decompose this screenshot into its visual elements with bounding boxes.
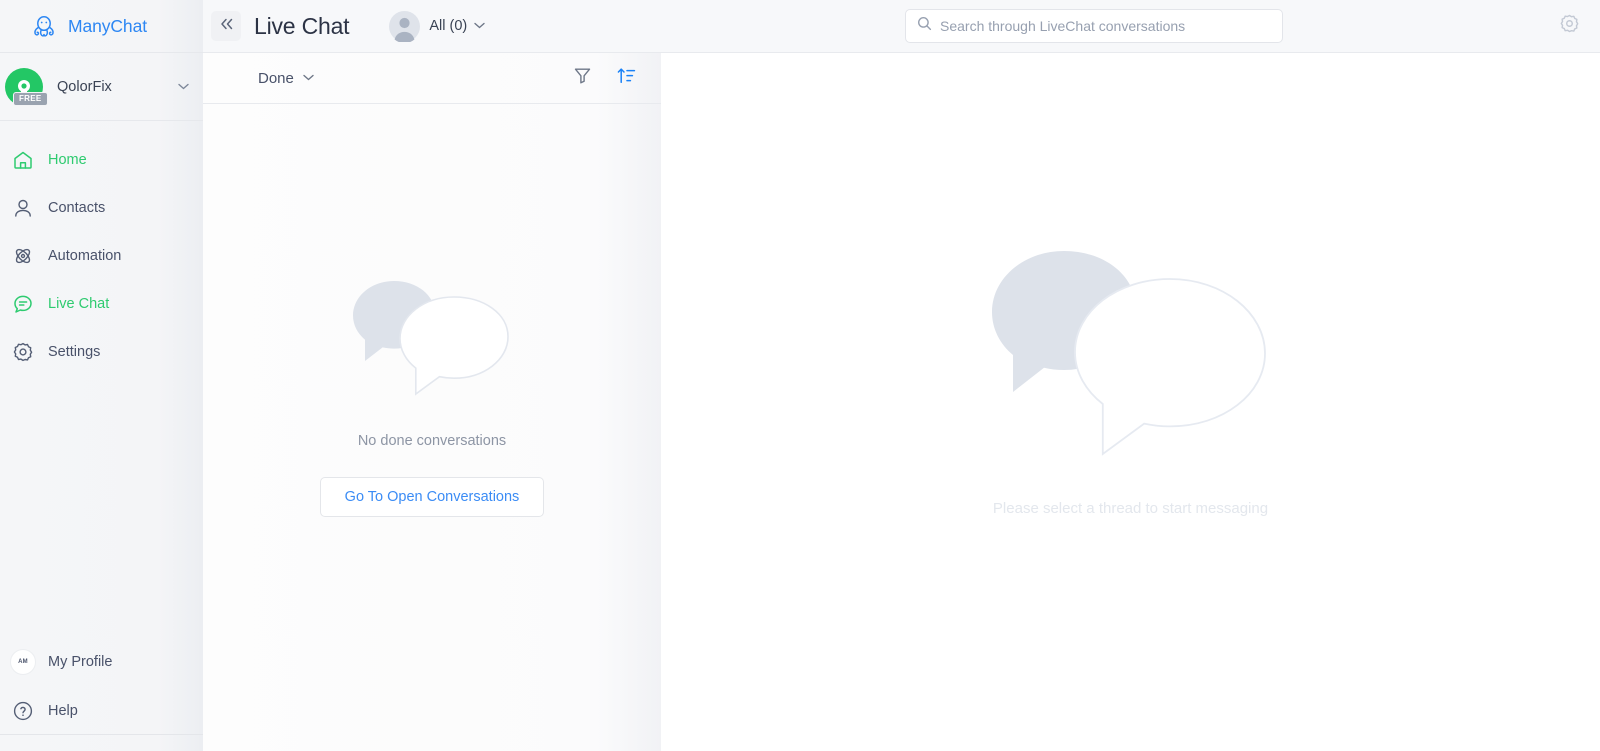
thread-panel: Please select a thread to start messagin… (661, 53, 1600, 751)
brand-header[interactable]: ManyChat (0, 0, 203, 53)
speech-bubbles-illustration (986, 248, 1276, 478)
chevron-down-icon (303, 72, 314, 84)
help-circle-icon (10, 698, 36, 724)
sidebar-item-settings[interactable]: Settings (0, 328, 203, 376)
plan-badge: FREE (13, 91, 48, 106)
sidebar-item-my-profile[interactable]: AM My Profile (0, 637, 203, 686)
conversation-list-panel: Done No done conversations Go To Open Co… (203, 53, 661, 751)
sidebar-item-label: Automation (48, 248, 122, 264)
main-area: Live Chat All (0) Search through LiveCha… (203, 0, 1600, 751)
account-switcher[interactable]: FREE QolorFix (0, 53, 203, 121)
go-to-open-conversations-button[interactable]: Go To Open Conversations (319, 476, 545, 517)
sort-ascending-icon (617, 66, 636, 90)
account-name: QolorFix (57, 78, 112, 95)
sidebar-item-label: My Profile (48, 653, 113, 670)
chevron-down-icon (474, 20, 485, 32)
avatar-initials: AM (10, 648, 36, 675)
page-title: Live Chat (254, 12, 350, 39)
content-area: Done No done conversations Go To Open Co… (203, 53, 1600, 751)
thread-empty-message: Please select a thread to start messagin… (992, 499, 1269, 517)
sidebar-item-label: Home (48, 152, 87, 168)
sidebar-item-label: Contacts (48, 200, 106, 216)
sidebar-nav: Home Contacts Automation Live Chat Setti… (0, 121, 203, 376)
profile-avatar-icon: AM (10, 648, 36, 675)
gear-icon (10, 339, 36, 365)
account-avatar-icon: FREE (4, 67, 48, 107)
search-input[interactable] (940, 18, 1282, 34)
empty-state-message: No done conversations (357, 432, 507, 449)
thread-filter-label: All (0) (429, 18, 468, 34)
sidebar-item-home[interactable]: Home (0, 136, 203, 184)
collapse-sidebar-button[interactable] (211, 11, 241, 41)
sidebar-item-label: Help (48, 702, 78, 719)
home-icon (10, 147, 36, 173)
user-icon (10, 195, 36, 221)
atom-icon (10, 243, 36, 269)
chevron-down-icon (178, 81, 189, 93)
manychat-app: ManyChat FREE QolorFix Home Contacts Aut… (0, 0, 1600, 751)
brand-name: ManyChat (68, 15, 147, 36)
status-filter-dropdown[interactable]: Done (258, 70, 314, 87)
sidebar-item-help[interactable]: Help (0, 686, 203, 735)
status-filter-label: Done (258, 69, 294, 87)
funnel-filter-icon (573, 66, 592, 90)
sidebar-divider (0, 734, 203, 735)
sidebar-item-automation[interactable]: Automation (0, 232, 203, 280)
octopus-logo-icon (29, 11, 59, 41)
settings-button[interactable] (1554, 11, 1584, 41)
sidebar-item-label: Settings (48, 344, 101, 360)
sidebar-item-live-chat[interactable]: Live Chat (0, 280, 203, 328)
sidebar-item-label: Live Chat (48, 296, 110, 312)
gear-icon (1559, 13, 1580, 39)
list-toolbar: Done (203, 53, 661, 104)
conversation-list-empty-state: No done conversations Go To Open Convers… (203, 104, 661, 751)
search-container (905, 9, 1283, 43)
sidebar-item-contacts[interactable]: Contacts (0, 184, 203, 232)
search-icon (917, 16, 932, 36)
sort-button[interactable] (611, 63, 641, 93)
topbar: Live Chat All (0) (203, 0, 1600, 53)
double-chevron-left-icon (219, 17, 234, 35)
thread-filter-dropdown[interactable]: All (0) (389, 10, 485, 43)
search-box[interactable] (905, 9, 1283, 43)
chat-bubble-icon (10, 291, 36, 317)
filter-button[interactable] (567, 63, 597, 93)
speech-bubbles-illustration (350, 279, 515, 409)
sidebar: ManyChat FREE QolorFix Home Contacts Aut… (0, 0, 203, 751)
person-avatar-icon (389, 10, 421, 43)
